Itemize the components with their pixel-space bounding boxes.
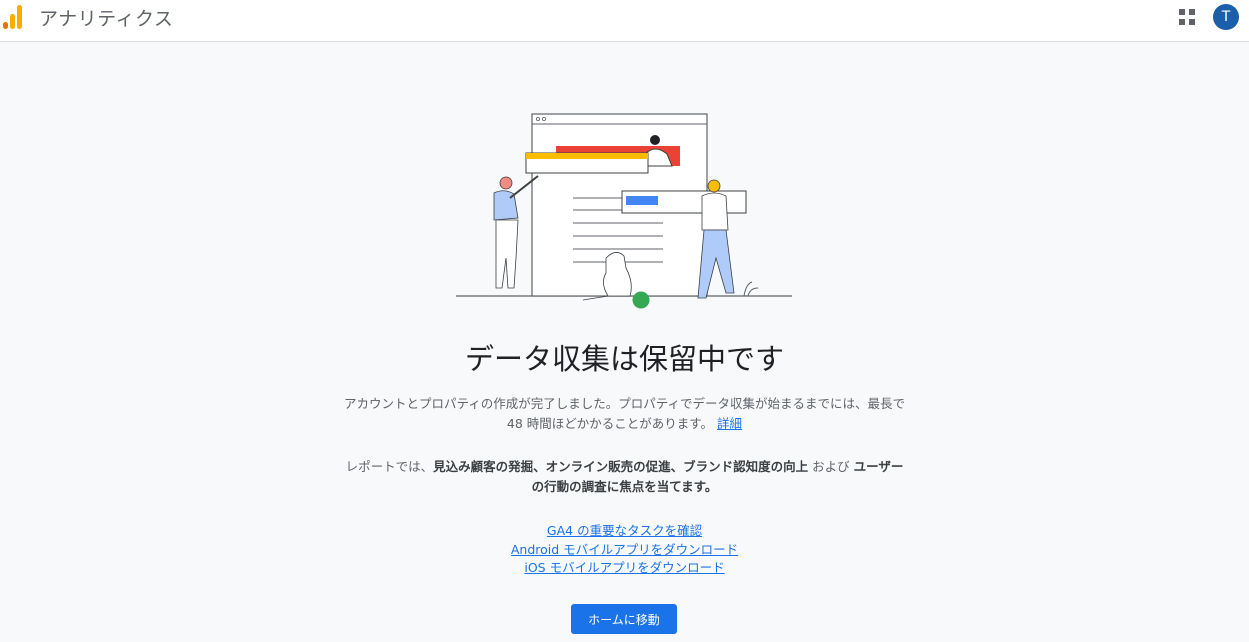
details-link[interactable]: 詳細 <box>717 416 742 431</box>
ga4-tasks-link[interactable]: GA4 の重要なタスクを確認 <box>0 522 1249 541</box>
intro-body: アカウントとプロパティの作成が完了しました。プロパティでデータ収集が始まるまでに… <box>343 396 905 431</box>
google-apps-button[interactable] <box>1176 6 1198 28</box>
analytics-logo-icon[interactable] <box>3 5 23 29</box>
intro-text: アカウントとプロパティの作成が完了しました。プロパティでデータ収集が始まるまでに… <box>340 394 909 434</box>
report-separator-1: 、 <box>533 459 546 474</box>
data-collection-illustration <box>456 113 792 309</box>
app-title: アナリティクス <box>39 8 174 30</box>
android-app-link[interactable]: Android モバイルアプリをダウンロード <box>0 541 1249 560</box>
report-focus-3: ブランド認知度の向上 <box>683 459 809 474</box>
ios-app-link[interactable]: iOS モバイルアプリをダウンロード <box>0 559 1249 578</box>
report-focus-text: レポートでは、見込み顧客の発掘、オンライン販売の促進、ブランド認知度の向上 およ… <box>340 457 909 497</box>
page-heading: データ収集は保留中です <box>464 342 784 376</box>
report-suffix: に焦点を当てます。 <box>606 479 718 494</box>
report-separator-2: 、 <box>670 459 684 474</box>
report-prefix: レポートでは、 <box>345 459 434 474</box>
go-home-button[interactable]: ホームに移動 <box>571 604 677 634</box>
report-focus-2: オンライン販売の促進 <box>545 459 671 474</box>
report-and: および <box>808 459 854 474</box>
resource-links: GA4 の重要なタスクを確認 Android モバイルアプリをダウンロード iO… <box>0 522 1249 578</box>
report-focus-1: 見込み顧客の発掘 <box>433 459 534 474</box>
apps-grid-icon <box>1179 9 1195 25</box>
account-avatar[interactable]: T <box>1213 4 1239 30</box>
top-app-bar: アナリティクス T <box>0 0 1249 42</box>
